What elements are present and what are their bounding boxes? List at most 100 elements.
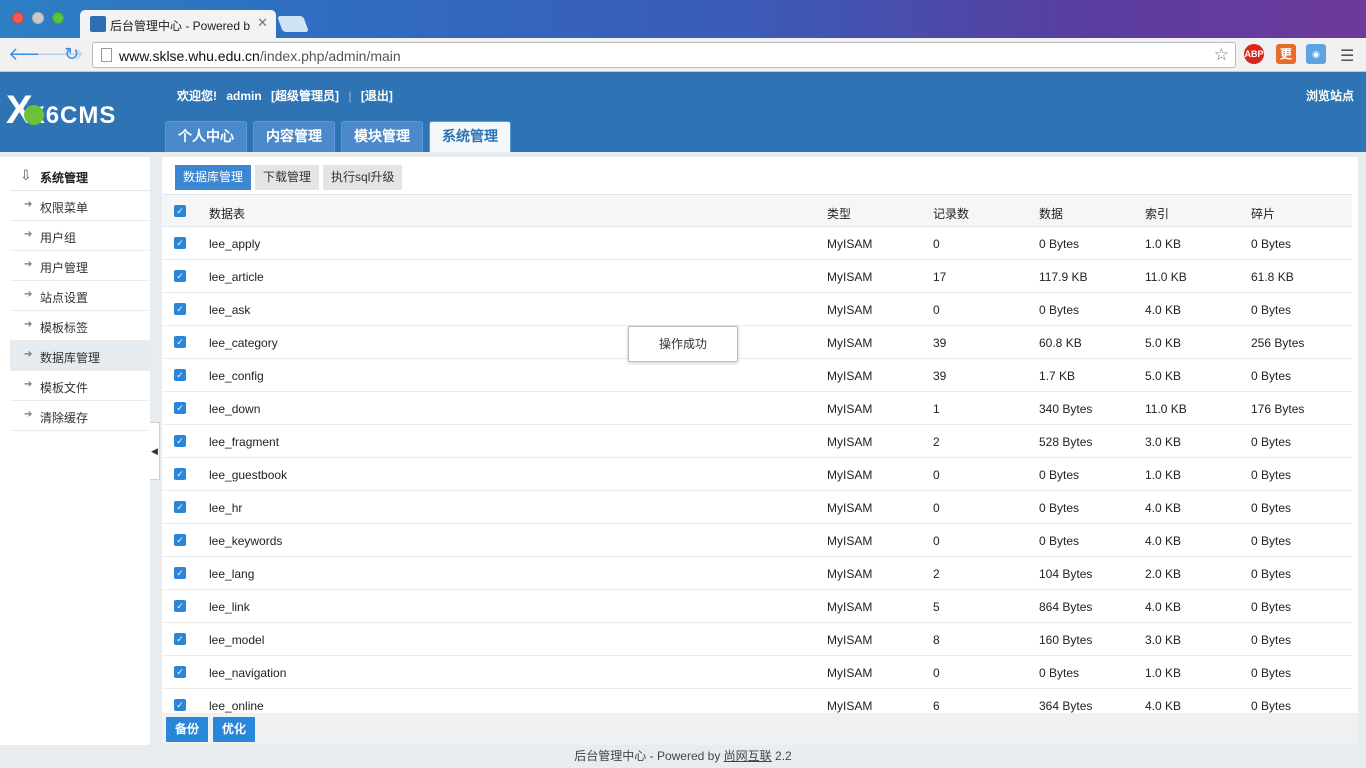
row-checkbox[interactable]: ✓ <box>174 303 186 315</box>
table-row: ✓ lee_category MyISAM 39 60.8 KB 5.0 KB 256 By… <box>162 326 1352 359</box>
data-size-cell: 104 Bytes <box>1039 567 1093 581</box>
arrow-right-icon: ➔ <box>24 379 33 390</box>
bookmark-star-icon[interactable]: ☆ <box>1214 45 1229 65</box>
success-toast: 操作成功 <box>628 326 738 362</box>
sidebar-item-template-files[interactable]: ➔ 模板文件 <box>10 371 150 401</box>
table-row: ✓ lee_config MyISAM 39 1.7 KB 5.0 KB 0 Bytes <box>162 359 1352 392</box>
optimize-button[interactable]: 优化 <box>213 717 256 742</box>
subtab-download-management[interactable]: 下载管理 <box>255 165 320 190</box>
browse-site-link[interactable]: 浏览站点 <box>1306 87 1354 104</box>
sidebar-item-user-group[interactable]: ➔ 用户组 <box>10 221 150 251</box>
table-row: ✓ lee_link MyISAM 5 864 Bytes 4.0 KB 0 Bytes <box>162 590 1352 623</box>
logout-link[interactable]: [退出] <box>361 89 393 103</box>
arrow-right-icon: ➔ <box>24 319 33 330</box>
column-header: 记录数 <box>933 207 970 221</box>
engine-cell: MyISAM <box>827 501 873 515</box>
row-checkbox[interactable]: ✓ <box>174 501 186 513</box>
sidebar-item-user-management[interactable]: ➔ 用户管理 <box>10 251 150 281</box>
window-zoom-button[interactable] <box>52 12 64 24</box>
record-count-cell: 0 <box>933 666 940 680</box>
data-size-cell: 0 Bytes <box>1039 468 1080 482</box>
data-size-cell: 364 Bytes <box>1039 699 1093 713</box>
sidebar-item-site-settings[interactable]: ➔ 站点设置 <box>10 281 150 311</box>
engine-cell: MyISAM <box>827 600 873 614</box>
engine-cell: MyISAM <box>827 633 873 647</box>
index-size-cell: 2.0 KB <box>1145 567 1182 581</box>
sidebar-item-template-tags[interactable]: ➔ 模板标签 <box>10 311 150 341</box>
sidebar-item-database-management[interactable]: ➔ 数据库管理 <box>10 341 150 371</box>
table-name-cell: lee_hr <box>209 501 243 515</box>
window-close-button[interactable] <box>12 12 24 24</box>
row-checkbox[interactable]: ✓ <box>174 699 186 711</box>
sidebar-item-clear-cache[interactable]: ➔ 清除缓存 <box>10 401 150 431</box>
table-header: ✓ 数据表 类型 记录数 数据 索引 碎片 <box>162 194 1352 227</box>
footer-version: 2.2 <box>771 749 792 763</box>
index-size-cell: 1.0 KB <box>1145 237 1182 251</box>
username: admin <box>226 89 262 103</box>
extension-icon[interactable]: 更 <box>1276 44 1296 64</box>
data-size-cell: 0 Bytes <box>1039 303 1080 317</box>
table-row: ✓ lee_ask MyISAM 0 0 Bytes 4.0 KB 0 Bytes <box>162 293 1352 326</box>
table-row: ✓ lee_fragment MyISAM 2 528 Bytes 3.0 KB 0 Byt… <box>162 425 1352 458</box>
arrow-right-icon: ➔ <box>24 229 33 240</box>
data-size-cell: 160 Bytes <box>1039 633 1093 647</box>
down-arrow-icon: ⇩ <box>20 167 32 183</box>
reload-icon[interactable]: ↻ <box>64 44 79 64</box>
row-checkbox[interactable]: ✓ <box>174 237 186 249</box>
new-tab-button[interactable] <box>277 16 309 32</box>
role-link[interactable]: [超级管理员] <box>271 89 339 103</box>
tab-content-management[interactable]: 内容管理 <box>253 121 335 152</box>
row-checkbox[interactable]: ✓ <box>174 567 186 579</box>
browser-tab[interactable]: 后台管理中心 - Powered by ✕ <box>80 10 276 38</box>
window-minimize-button[interactable] <box>32 12 44 24</box>
row-checkbox[interactable]: ✓ <box>174 534 186 546</box>
subtab-run-sql-upgrade[interactable]: 执行sql升级 <box>323 165 403 190</box>
camera-extension-icon[interactable]: ◉ <box>1306 44 1326 64</box>
adblock-extension-icon[interactable]: ABP <box>1244 44 1264 64</box>
tab-close-icon[interactable]: ✕ <box>257 15 268 31</box>
row-checkbox[interactable]: ✓ <box>174 468 186 480</box>
index-size-cell: 4.0 KB <box>1145 534 1182 548</box>
welcome-bar: 欢迎您! admin [超级管理员] | [退出] <box>177 87 399 104</box>
row-checkbox[interactable]: ✓ <box>174 666 186 678</box>
arrow-right-icon: ➔ <box>24 409 33 420</box>
tab-module-management[interactable]: 模块管理 <box>341 121 423 152</box>
record-count-cell: 1 <box>933 402 940 416</box>
footer-text: 后台管理中心 - Powered by <box>574 749 724 763</box>
row-checkbox[interactable]: ✓ <box>174 369 186 381</box>
page-icon <box>101 48 112 62</box>
fragment-size-cell: 0 Bytes <box>1251 303 1292 317</box>
table-name-cell: lee_fragment <box>209 435 280 449</box>
index-size-cell: 11.0 KB <box>1145 270 1187 284</box>
row-checkbox[interactable]: ✓ <box>174 270 186 282</box>
tab-system-management[interactable]: 系统管理 <box>429 121 511 152</box>
sidebar-item-permission-menu[interactable]: ➔ 权限菜单 <box>10 191 150 221</box>
subtab-database-management[interactable]: 数据库管理 <box>175 165 252 190</box>
browser-menu-icon[interactable]: ☰ <box>1340 46 1354 66</box>
record-count-cell: 39 <box>933 336 947 350</box>
arrow-right-icon: ➔ <box>24 289 33 300</box>
record-count-cell: 0 <box>933 237 940 251</box>
column-header: 类型 <box>827 207 852 221</box>
table-row: ✓ lee_article MyISAM 17 117.9 KB 11.0 KB 61.8 … <box>162 260 1352 293</box>
fragment-size-cell: 0 Bytes <box>1251 435 1292 449</box>
sidebar-collapse-handle[interactable]: ◀ <box>150 422 160 480</box>
row-checkbox[interactable]: ✓ <box>174 336 186 348</box>
row-checkbox[interactable]: ✓ <box>174 600 186 612</box>
table-row: ✓ lee_hr MyISAM 0 0 Bytes 4.0 KB 0 Bytes <box>162 491 1352 524</box>
address-bar[interactable]: www.sklse.whu.edu.cn/index.php/admin/mai… <box>92 42 1236 68</box>
record-count-cell: 5 <box>933 600 940 614</box>
data-size-cell: 864 Bytes <box>1039 600 1093 614</box>
row-checkbox[interactable]: ✓ <box>174 633 186 645</box>
footer-vendor-link[interactable]: 尚网互联 <box>724 749 772 763</box>
sub-tabs: 数据库管理 下载管理 执行sql升级 <box>175 165 406 190</box>
row-checkbox[interactable]: ✓ <box>174 435 186 447</box>
backup-button[interactable]: 备份 <box>166 717 209 742</box>
record-count-cell: 2 <box>933 567 940 581</box>
record-count-cell: 0 <box>933 501 940 515</box>
tab-personal-center[interactable]: 个人中心 <box>165 121 247 152</box>
row-checkbox[interactable]: ✓ <box>174 402 186 414</box>
select-all-checkbox[interactable]: ✓ <box>174 205 186 217</box>
app-header: X X6CMS 欢迎您! admin [超级管理员] | [退出] 浏览站点 个人… <box>0 72 1366 152</box>
fragment-size-cell: 0 Bytes <box>1251 237 1292 251</box>
